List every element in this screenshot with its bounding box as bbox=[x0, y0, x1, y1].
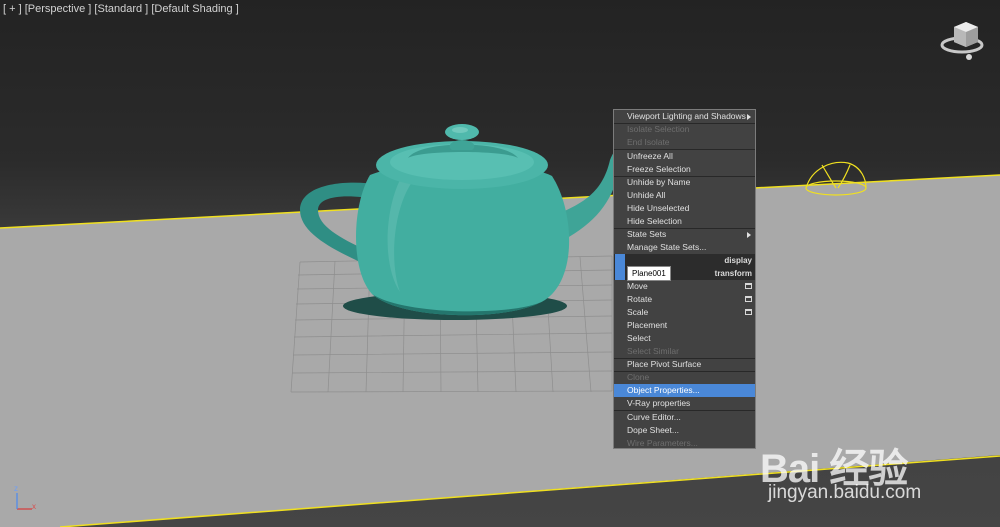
settings-box-icon[interactable] bbox=[745, 309, 752, 315]
menu-item-placement[interactable]: Placement bbox=[614, 319, 755, 332]
quad-header-display-label: display bbox=[724, 256, 752, 265]
submenu-arrow-icon bbox=[747, 114, 751, 120]
menu-item-freeze-selection[interactable]: Freeze Selection bbox=[614, 163, 755, 176]
menu-item-clone: Clone bbox=[627, 372, 650, 382]
viewport-mode-menu[interactable]: [Standard ] bbox=[94, 3, 148, 15]
menu-item-rotate[interactable]: Rotate bbox=[614, 293, 755, 306]
menu-item-manage-state-sets[interactable]: Manage State Sets... bbox=[614, 241, 755, 254]
quad-selector-display[interactable] bbox=[615, 254, 625, 267]
menu-item-isolate-selection: Isolate Selection bbox=[627, 124, 690, 134]
viewport-label[interactable]: [ + ] [Perspective ] [Standard ] [Defaul… bbox=[3, 3, 239, 15]
menu-item-vray-properties[interactable]: V-Ray properties bbox=[614, 397, 755, 410]
menu-item-select-similar: Select Similar bbox=[627, 346, 679, 356]
menu-item-state-sets[interactable]: State Sets bbox=[614, 228, 755, 241]
axis-label-x: x bbox=[32, 502, 36, 511]
menu-item-curve-editor[interactable]: Curve Editor... bbox=[614, 411, 755, 424]
quad-selector-transform[interactable] bbox=[615, 267, 625, 280]
axis-label-z: z bbox=[14, 484, 18, 493]
settings-box-icon[interactable] bbox=[745, 283, 752, 289]
menu-item-end-isolate: End Isolate bbox=[627, 137, 670, 147]
watermark-url: jingyan.baidu.com bbox=[768, 482, 922, 503]
quad-header-transform-label: transform bbox=[714, 269, 752, 278]
menu-item-viewport-lighting[interactable]: Viewport Lighting and Shadows bbox=[614, 110, 755, 123]
menu-item-unfreeze-all[interactable]: Unfreeze All bbox=[614, 150, 755, 163]
submenu-arrow-icon bbox=[747, 232, 751, 238]
menu-item-unhide-by-name[interactable]: Unhide by Name bbox=[614, 176, 755, 189]
menu-item-wire-parameters: Wire Parameters... bbox=[627, 438, 698, 448]
object-name-tooltip: Plane001 bbox=[627, 266, 671, 281]
viewport-shading-menu[interactable]: [Default Shading ] bbox=[151, 3, 238, 15]
viewport-general-menu[interactable]: [ + ] bbox=[3, 3, 22, 15]
menu-item-place-pivot-surface[interactable]: Place Pivot Surface bbox=[614, 358, 755, 371]
settings-box-icon[interactable] bbox=[745, 296, 752, 302]
menu-item-dope-sheet[interactable]: Dope Sheet... bbox=[614, 424, 755, 437]
menu-item-hide-selection[interactable]: Hide Selection bbox=[614, 215, 755, 228]
menu-item-scale[interactable]: Scale bbox=[614, 306, 755, 319]
menu-item-move[interactable]: Move bbox=[614, 280, 755, 293]
perspective-viewport[interactable]: [ + ] [Perspective ] [Standard ] [Defaul… bbox=[0, 0, 1000, 527]
menu-item-hide-unselected[interactable]: Hide Unselected bbox=[614, 202, 755, 215]
menu-item-unhide-all[interactable]: Unhide All bbox=[614, 189, 755, 202]
baidu-watermark: Bai 经验 jingyan.baidu.com bbox=[760, 416, 1000, 516]
menu-item-select[interactable]: Select bbox=[614, 332, 755, 345]
view-cube[interactable] bbox=[940, 22, 984, 60]
menu-item-object-properties[interactable]: Object Properties... bbox=[614, 384, 755, 397]
viewport-pov-menu[interactable]: [Perspective ] bbox=[25, 3, 92, 15]
